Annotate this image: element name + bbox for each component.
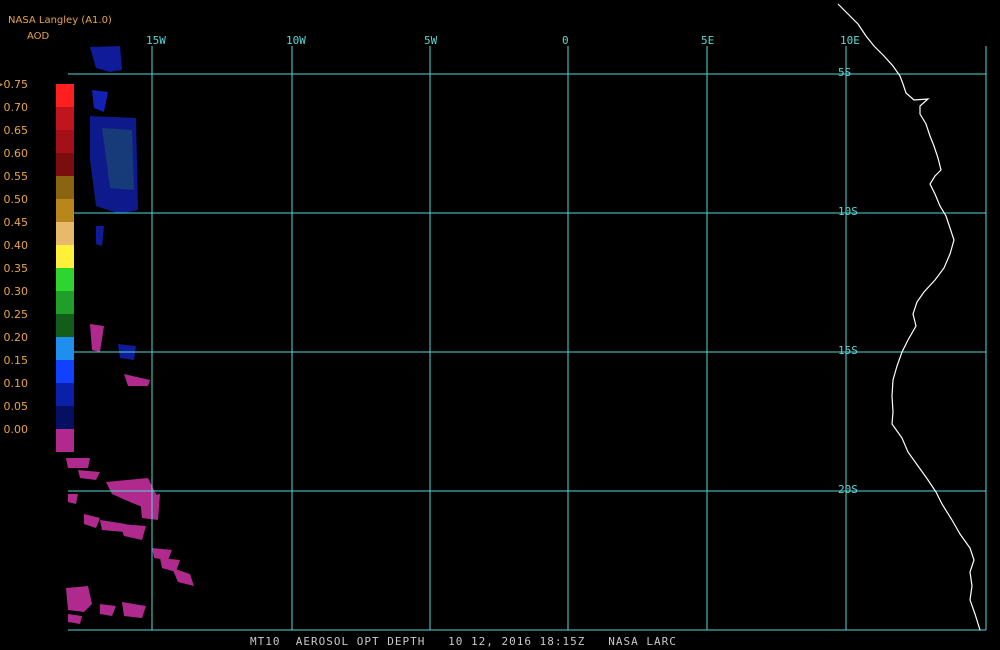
legend-label: 0.70 bbox=[3, 101, 29, 114]
aerosol-patch bbox=[96, 226, 104, 246]
aod-map bbox=[66, 3, 987, 631]
aerosol-patch bbox=[90, 324, 104, 352]
aod-color-legend: >0.75 0.70 0.65 0.60 0.55 0.50 0.45 0.40 0.35 0.3… bbox=[0, 78, 80, 452]
legend-swatch bbox=[56, 84, 74, 107]
aerosol-patch bbox=[68, 614, 82, 624]
legend-swatch bbox=[56, 268, 74, 291]
legend-label: 0.65 bbox=[3, 124, 29, 137]
legend-swatch bbox=[56, 107, 74, 130]
aerosol-patch bbox=[92, 90, 108, 112]
latitude-label: 10S bbox=[838, 205, 858, 218]
legend-label: 0.40 bbox=[3, 239, 29, 252]
legend-label: 0.10 bbox=[3, 377, 29, 390]
legend-swatch bbox=[56, 130, 74, 153]
latitude-label: 15S bbox=[838, 344, 858, 357]
legend-swatch bbox=[56, 291, 74, 314]
latitude-label: 5S bbox=[838, 66, 852, 79]
legend-swatch bbox=[56, 406, 74, 429]
longitude-label: 15W bbox=[146, 34, 166, 47]
legend-label: 0.35 bbox=[3, 262, 29, 275]
legend-label: 0.50 bbox=[3, 193, 29, 206]
longitude-label: 5W bbox=[424, 34, 438, 47]
legend-label: 0.20 bbox=[3, 331, 29, 344]
image-caption: MT10 AEROSOL OPT DEPTH 10 12, 2016 18:15… bbox=[250, 635, 677, 648]
legend-label: 0.45 bbox=[3, 216, 29, 229]
legend-label: 0.05 bbox=[3, 400, 29, 413]
lat-lon-grid bbox=[68, 46, 987, 631]
aerosol-patch bbox=[122, 602, 146, 618]
longitude-label: 0 bbox=[562, 34, 569, 47]
legend-label: >0.75 bbox=[0, 78, 28, 91]
legend-swatch bbox=[56, 245, 74, 268]
aerosol-patch bbox=[66, 586, 92, 612]
legend-label: 0.30 bbox=[3, 285, 29, 298]
legend-swatch bbox=[56, 153, 74, 176]
legend-swatch bbox=[56, 337, 74, 360]
aerosol-patch bbox=[66, 458, 90, 468]
coastline bbox=[837, 3, 981, 631]
aerosol-retrievals bbox=[66, 46, 194, 624]
aerosol-patch bbox=[84, 514, 100, 528]
longitude-label: 10E bbox=[840, 34, 860, 47]
legend-label: 0.60 bbox=[3, 147, 29, 160]
legend-swatch bbox=[56, 383, 74, 406]
aerosol-patch bbox=[172, 568, 194, 586]
legend-label: 0.15 bbox=[3, 354, 29, 367]
legend-swatch bbox=[56, 199, 74, 222]
legend-swatch bbox=[56, 176, 74, 199]
aerosol-patch bbox=[120, 524, 146, 540]
aerosol-patch bbox=[90, 46, 122, 72]
legend-label: 0.55 bbox=[3, 170, 29, 183]
longitude-label: 10W bbox=[286, 34, 306, 47]
legend-swatch bbox=[56, 429, 74, 452]
legend-swatch bbox=[56, 222, 74, 245]
legend-label: 0.25 bbox=[3, 308, 29, 321]
legend-swatch bbox=[56, 360, 74, 383]
aerosol-patch bbox=[100, 604, 116, 616]
aerosol-patch bbox=[124, 374, 150, 386]
aerosol-patch bbox=[78, 470, 100, 480]
aerosol-patch bbox=[68, 494, 78, 504]
latitude-label: 20S bbox=[838, 483, 858, 496]
legend-swatch bbox=[56, 314, 74, 337]
aerosol-patch bbox=[140, 494, 160, 520]
longitude-label: 5E bbox=[701, 34, 715, 47]
legend-label: 0.00 bbox=[3, 423, 29, 436]
